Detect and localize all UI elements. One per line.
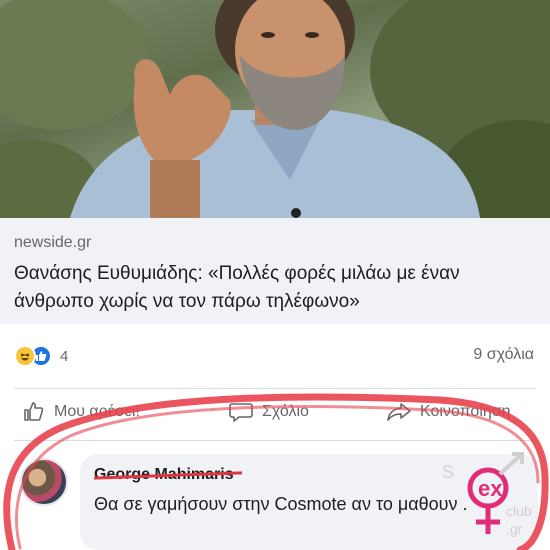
like-label: Μου αρέσει! bbox=[54, 403, 140, 420]
venus-symbol-icon: s ex club .gr bbox=[442, 452, 532, 537]
reaction-count: 4 bbox=[60, 347, 69, 365]
divider bbox=[14, 388, 536, 389]
post-photo[interactable] bbox=[0, 0, 550, 218]
avatar[interactable] bbox=[20, 458, 68, 506]
post-stats: 4 9 σχόλια bbox=[0, 324, 550, 384]
comment-button[interactable]: Σχόλιο bbox=[228, 400, 309, 424]
action-bar: Μου αρέσει! Σχόλιο Κοινοποίηση bbox=[0, 392, 550, 436]
share-arrow-icon bbox=[387, 403, 411, 421]
watermark-logo: s ex club .gr bbox=[440, 450, 550, 550]
link-preview[interactable]: newside.gr Θανάσης Ευθυμιάδης: «Πολλές φ… bbox=[0, 218, 550, 324]
photo-illustration bbox=[0, 0, 550, 218]
svg-text:.gr: .gr bbox=[506, 521, 523, 537]
svg-text:ex: ex bbox=[478, 476, 503, 501]
share-label: Κοινοποίηση bbox=[420, 403, 511, 420]
like-button[interactable]: Μου αρέσει! bbox=[22, 400, 140, 424]
divider bbox=[14, 440, 536, 441]
svg-text:s: s bbox=[442, 457, 454, 484]
share-button[interactable]: Κοινοποίηση bbox=[386, 400, 511, 424]
link-headline[interactable]: Θανάσης Ευθυμιάδης: «Πολλές φορές μιλάω … bbox=[14, 260, 534, 316]
reactions-summary[interactable]: 4 bbox=[14, 344, 68, 368]
thumbs-up-icon bbox=[24, 402, 44, 421]
speech-bubble-icon bbox=[229, 403, 253, 422]
haha-reaction-icon bbox=[14, 345, 36, 367]
svg-text:club: club bbox=[506, 503, 532, 519]
comments-count[interactable]: 9 σχόλια bbox=[473, 346, 534, 364]
link-source: newside.gr bbox=[14, 234, 92, 251]
comment-label: Σχόλιο bbox=[262, 403, 309, 420]
